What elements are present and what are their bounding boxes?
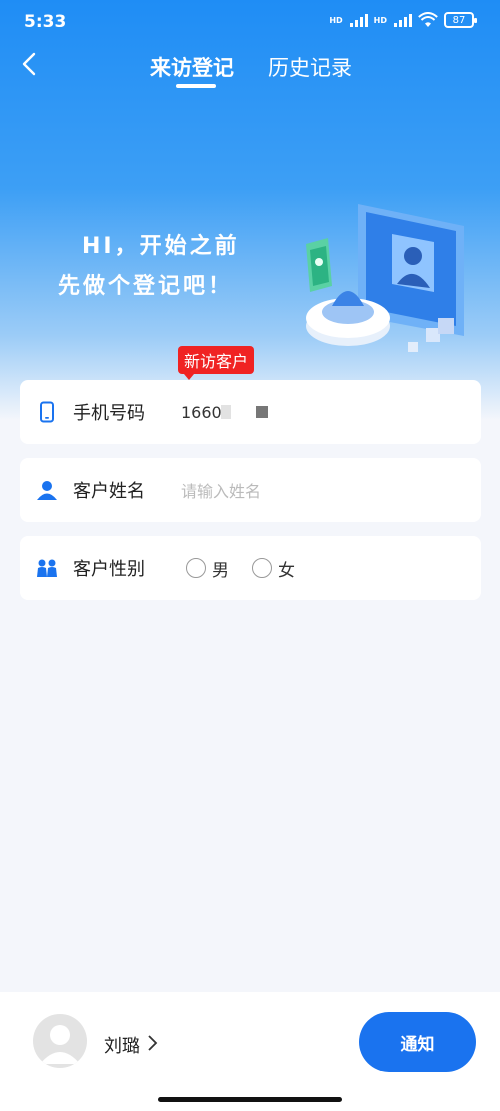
chevron-right-icon[interactable] xyxy=(146,1034,158,1052)
female-label: 女 xyxy=(278,560,295,581)
radio-female[interactable] xyxy=(252,558,272,578)
home-indicator xyxy=(158,1097,342,1102)
back-icon[interactable] xyxy=(18,50,42,78)
people-icon xyxy=(37,559,57,577)
name-label: 客户姓名 xyxy=(73,481,145,502)
user-name[interactable]: 刘璐 xyxy=(104,1032,140,1058)
hd-label: HD xyxy=(329,15,343,25)
gender-row: 客户性别 男 女 xyxy=(20,536,481,600)
hd-label-2: HD xyxy=(373,15,387,25)
status-time: 5:33 xyxy=(24,12,67,32)
notify-button[interactable]: 通知 xyxy=(359,1012,476,1072)
phone-label: 手机号码 xyxy=(73,403,145,424)
phone-row[interactable]: 手机号码 1660 xyxy=(20,380,481,444)
status-bar: 5:33 HD HD 87 xyxy=(0,0,500,44)
new-visitor-badge: 新访客户 xyxy=(178,346,255,380)
tab-visitor-registration[interactable]: 来访登记 xyxy=(150,52,234,82)
gender-option-male[interactable]: 男 xyxy=(186,556,229,581)
signal-icon xyxy=(349,13,368,27)
registration-illustration xyxy=(306,204,464,352)
phone-input[interactable]: 1660 xyxy=(181,403,222,422)
hero-subtitle: 先做个登记吧！ xyxy=(58,274,234,299)
status-icons: HD HD 87 xyxy=(329,12,477,28)
phone-icon xyxy=(40,401,54,423)
battery-icon: 87 xyxy=(444,12,477,28)
male-label: 男 xyxy=(212,560,229,581)
signal-icon-2 xyxy=(394,13,412,27)
masked-digits xyxy=(221,405,231,419)
tab-history[interactable]: 历史记录 xyxy=(268,52,352,82)
avatar-icon[interactable] xyxy=(33,1014,87,1068)
gender-option-female[interactable]: 女 xyxy=(252,556,295,581)
gender-label: 客户性别 xyxy=(73,559,145,580)
bottom-bar: 刘璐 通知 xyxy=(0,992,500,1111)
user-icon xyxy=(37,481,57,500)
radio-male[interactable] xyxy=(186,558,206,578)
name-row[interactable]: 客户姓名 请输入姓名 xyxy=(20,458,481,522)
masked-digits-2 xyxy=(256,406,268,418)
active-tab-indicator xyxy=(176,84,216,88)
hero-greeting: HI，开始之前 xyxy=(82,234,240,259)
name-input[interactable]: 请输入姓名 xyxy=(181,478,261,502)
wifi-icon xyxy=(418,12,438,27)
